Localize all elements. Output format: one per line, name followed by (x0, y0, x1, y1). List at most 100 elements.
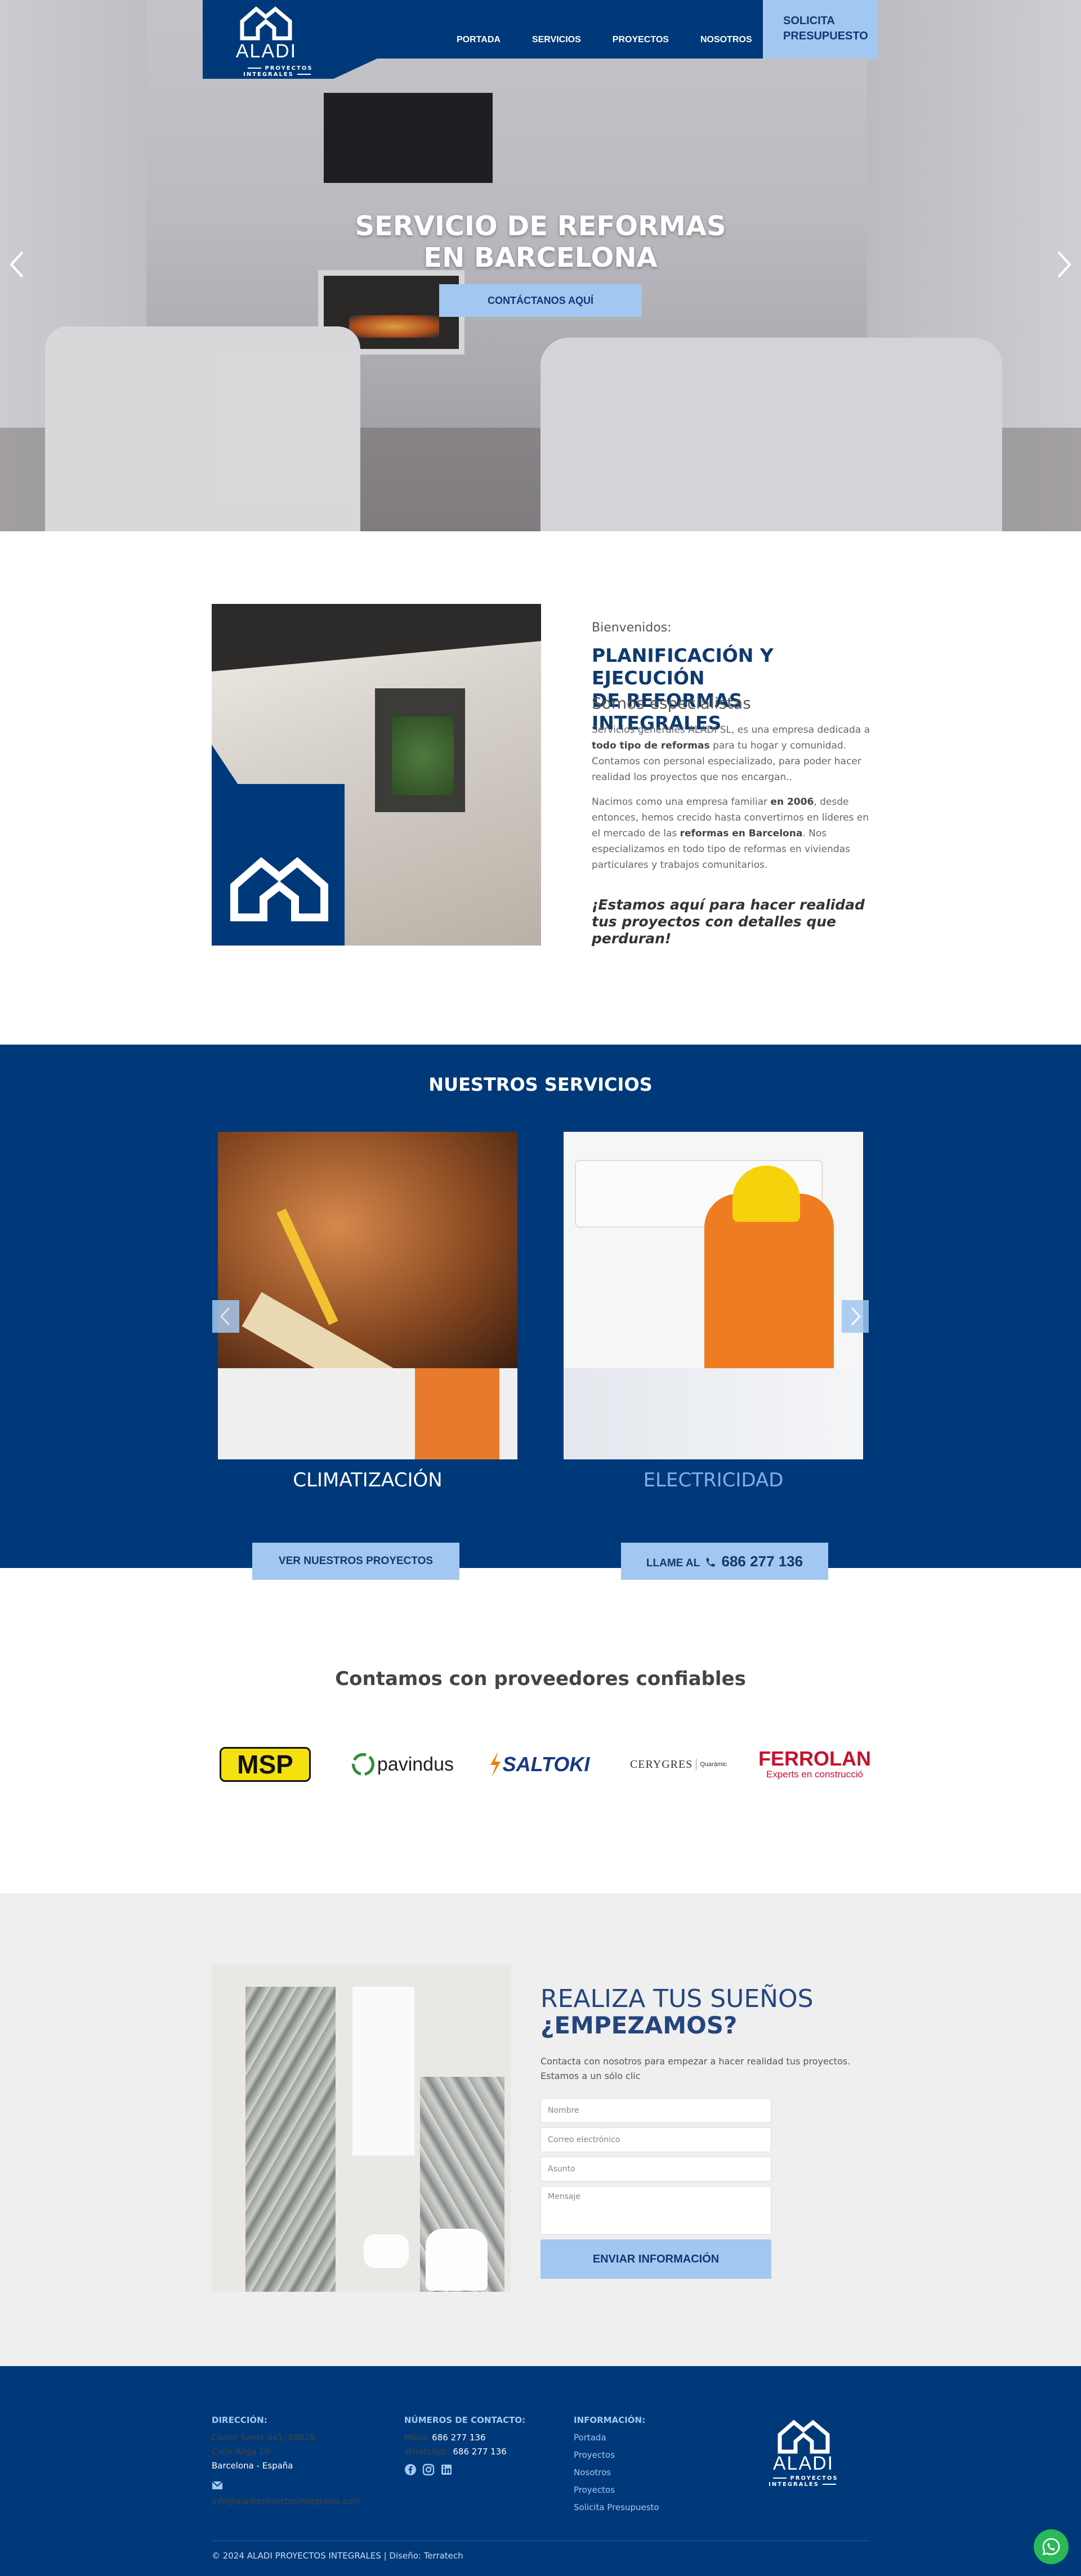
footer-link-presupuesto[interactable]: Solicita Presupuesto (574, 2501, 659, 2515)
welcome-quote: ¡Estamos aquí para hacer realidad tus pr… (592, 897, 865, 947)
services-prev-arrow-icon[interactable] (212, 1300, 239, 1333)
nav-item-portada[interactable]: PORTADA (457, 35, 501, 45)
request-quote-line2: PRESUPUESTO (783, 30, 868, 42)
contact-image-door (352, 1987, 414, 2156)
contact-description: Contacta con nosotros para empezar a hac… (540, 2056, 851, 2081)
main-nav: PORTADA SERVICIOS PROYECTOS NOSOTROS (457, 35, 752, 45)
welcome-p1-text-a: Servicios generales ALADI SL, es una emp… (592, 724, 870, 736)
footer-info-column: INFORMACIÓN: Portada Proyectos Nosotros … (574, 2413, 659, 2515)
welcome-image-ceiling (212, 604, 541, 671)
provider-logo-pavindus: pavindus (351, 1745, 454, 1784)
footer-social-icons (404, 2463, 525, 2476)
service-card-climatizacion[interactable] (218, 1132, 517, 1459)
whatsapp-float-button[interactable] (1034, 2529, 1069, 2564)
contact-image-marble-left (245, 1987, 336, 2292)
footer-phones-heading: NÚMEROS DE CONTACTO: (404, 2415, 526, 2425)
welcome-logo-house-icon (230, 857, 328, 921)
provider-pavindus-text: pavindus (377, 1753, 454, 1775)
hero-prev-arrow-icon[interactable] (6, 248, 28, 281)
footer-address-line1: Carrer Sants 441, 08028 (212, 2432, 316, 2443)
hero-contact-button[interactable]: CONTÁCTANOS AQUÍ (439, 284, 642, 317)
welcome-p2-text-a: Nacimos como una empresa familiar (592, 796, 771, 808)
contact-message-textarea[interactable]: Mensaje (540, 2186, 771, 2234)
service-label-electricidad[interactable]: ELECTRICIDAD (564, 1469, 863, 1491)
facebook-icon[interactable] (404, 2463, 417, 2476)
provider-ferrolan-tagline: Experts en construcció (766, 1769, 863, 1780)
service-label-climatizacion[interactable]: CLIMATIZACIÓN (218, 1469, 517, 1491)
contact-subject-input[interactable]: Asunto (540, 2157, 771, 2181)
footer (0, 2366, 1081, 2576)
welcome-image-plant-wall (392, 716, 454, 795)
footer-address-line3: Barcelona - España (212, 2461, 293, 2471)
footer-mobile-label: Móvil: (404, 2432, 430, 2443)
welcome-title: PLANIFICACIÓN Y EJECUCIÓN DE REFORMAS IN… (592, 644, 873, 734)
welcome-paragraph-1: Servicios generales ALADI SL, es una emp… (592, 722, 873, 785)
contact-bathroom-image (212, 1964, 511, 2292)
contact-image-toilet (426, 2229, 488, 2291)
hero-title-line1: SERVICIO DE REFORMAS (355, 210, 726, 242)
service-image-electrical-panel (564, 1368, 863, 1459)
welcome-p2-bold-year: en 2006 (770, 796, 814, 808)
footer-link-nosotros[interactable]: Nosotros (574, 2466, 659, 2480)
footer-link-portada[interactable]: Portada (574, 2431, 659, 2445)
logo-house-icon[interactable] (239, 6, 293, 41)
whatsapp-icon (1042, 2538, 1060, 2556)
contact-submit-button[interactable]: ENVIAR INFORMACIÓN (540, 2239, 771, 2279)
service-image-worker (415, 1368, 499, 1459)
providers-title: Contamos con proveedores confiables (335, 1668, 746, 1690)
provider-ferrolan-text: FERROLAN (758, 1747, 871, 1770)
contact-title-line1: REALIZA TUS SUEÑOS (540, 1984, 814, 2013)
footer-whatsapp-row: WhatsApp: 686 277 136 (404, 2445, 525, 2459)
footer-logo-tagline: PROYECTOS INTEGRALES (748, 2475, 860, 2488)
services-next-arrow-icon[interactable] (842, 1300, 869, 1333)
footer-link-proyectos[interactable]: Proyectos (574, 2448, 659, 2462)
pavindus-logo-icon (351, 1753, 375, 1776)
provider-msp-text: MSP (220, 1747, 311, 1782)
welcome-p1-bold: todo tipo de reformas (592, 740, 710, 751)
contact-email-input[interactable]: Correo electrónico (540, 2127, 771, 2152)
phone-icon (706, 1558, 715, 1567)
request-quote-line1: SOLICITA (783, 15, 835, 27)
footer-mobile-number[interactable]: 686 277 136 (432, 2432, 485, 2443)
footer-copyright: © 2024 ALADI PROYECTOS INTEGRALES | Dise… (212, 2551, 463, 2561)
call-button-prefix: LLAME AL (646, 1557, 700, 1569)
contact-image-bidet (364, 2234, 409, 2268)
footer-phones-column: NÚMEROS DE CONTACTO: Móvil: 686 277 136 … (404, 2413, 525, 2476)
service-card-electricidad[interactable] (564, 1132, 863, 1459)
linkedin-icon[interactable] (440, 2463, 453, 2476)
call-button[interactable]: LLAME AL 686 277 136 (621, 1543, 828, 1580)
contact-name-input[interactable]: Nombre (540, 2098, 771, 2123)
provider-logo-ferrolan: FERROLAN Experts en construcció (758, 1745, 871, 1784)
welcome-p2-bold-reformas: reformas en Barcelona (680, 828, 803, 839)
footer-email-link[interactable]: info@aladiproyectosintegrales.com (212, 2494, 361, 2508)
footer-whatsapp-number[interactable]: 686 277 136 (453, 2447, 506, 2457)
logo-wordmark[interactable]: ALADI (232, 41, 301, 62)
provider-logo-cerygres: CERYGRES Quarámic (626, 1745, 731, 1784)
view-projects-button[interactable]: VER NUESTROS PROYECTOS (252, 1543, 459, 1580)
footer-address-column: DIRECCIÓN: Carrer Sants 441, 08028 Calle… (212, 2413, 361, 2508)
nav-item-nosotros[interactable]: NOSOTROS (700, 35, 752, 45)
nav-item-servicios[interactable]: SERVICIOS (532, 35, 581, 45)
hero-next-arrow-icon[interactable] (1053, 248, 1075, 281)
instagram-icon[interactable] (422, 2463, 435, 2476)
call-button-phone: 686 277 136 (721, 1553, 803, 1570)
email-icon (212, 2481, 223, 2489)
provider-cerygres-text: CERYGRES (629, 1758, 693, 1771)
welcome-paragraph-2: Nacimos como una empresa familiar en 200… (592, 794, 873, 873)
footer-address-heading: DIRECCIÓN: (212, 2415, 267, 2425)
footer-link-proyectos-2[interactable]: Proyectos (574, 2483, 659, 2497)
saltoki-logo-icon (490, 1751, 501, 1777)
footer-logo-house-icon[interactable] (777, 2419, 830, 2454)
contact-title-line2: ¿EMPEZAMOS? (540, 2011, 738, 2039)
request-quote-button[interactable]: SOLICITA PRESUPUESTO (764, 0, 878, 59)
provider-saltoki-text: SALTOKI (502, 1753, 590, 1776)
services-section (0, 1045, 1081, 1568)
footer-info-heading: INFORMACIÓN: (574, 2415, 646, 2425)
hero-title: SERVICIO DE REFORMAS EN BARCELONA (315, 210, 766, 274)
provider-logo-saltoki: SALTOKI (484, 1745, 593, 1784)
nav-item-proyectos[interactable]: PROYECTOS (613, 35, 669, 45)
hero-title-line2: EN BARCELONA (423, 242, 658, 274)
footer-logo-wordmark[interactable]: ALADI (769, 2453, 838, 2475)
welcome-greeting: Bienvenidos: (592, 621, 672, 635)
services-title: NUESTROS SERVICIOS (428, 1074, 653, 1095)
